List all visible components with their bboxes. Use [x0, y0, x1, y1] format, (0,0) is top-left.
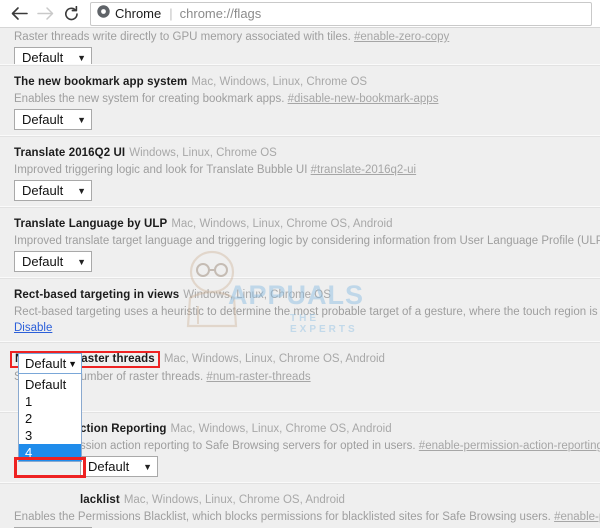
- flag-hash-link[interactable]: #enable-permissions-: [554, 511, 600, 523]
- raster-threads-select-value: Default: [25, 356, 67, 371]
- chevron-down-icon: ▼: [77, 256, 86, 267]
- flag-hash-link[interactable]: #enable-permission-action-reporting: [419, 440, 600, 452]
- flags-page: APPUALS THE EXPERTS Zero-copy rasterizer…: [0, 28, 600, 528]
- flag-description: Rect-based targeting uses a heuristic to…: [14, 306, 600, 318]
- flag-description-text: Enables the Permissions Blacklist, which…: [14, 511, 551, 523]
- flag-row: ction Reporting Mac, Windows, Linux, Chro…: [0, 412, 600, 483]
- flag-platforms: Mac, Windows, Linux, Chrome OS, Android: [171, 218, 393, 230]
- flag-select-value: Default: [22, 112, 64, 127]
- flag-row: The new bookmark app system Mac, Windows,…: [0, 65, 600, 136]
- back-button[interactable]: [6, 1, 32, 27]
- omnibox-brand-label: Chrome: [115, 6, 162, 21]
- flag-platforms: Mac, Windows, Linux, Chrome OS, Android: [123, 494, 345, 506]
- flag-title: lacklist: [80, 494, 120, 506]
- raster-threads-select[interactable]: Default ▼: [18, 353, 82, 374]
- flag-description: Specify the number of raster threads. #n…: [0, 371, 600, 383]
- chevron-down-icon: ▼: [143, 461, 152, 472]
- option-4[interactable]: 4: [19, 444, 81, 461]
- flag-select[interactable]: Default ▼: [14, 180, 92, 201]
- chrome-logo-icon: [97, 4, 110, 23]
- flag-platforms: Mac, Windows, Linux, Chrome OS, Android: [163, 353, 385, 365]
- omnibox-separator: |: [169, 6, 173, 21]
- omnibox-url: chrome://flags: [179, 6, 262, 21]
- option-default[interactable]: Default: [19, 376, 81, 393]
- flag-hash-link[interactable]: #disable-new-bookmark-apps: [288, 93, 439, 105]
- flag-description-text: Enables the new system for creating book…: [14, 93, 285, 105]
- flag-select-value: Default: [22, 254, 64, 269]
- flag-select[interactable]: Default ▼: [80, 456, 158, 477]
- flag-row: Translate Language by ULP Mac, Windows, L…: [0, 207, 600, 278]
- flag-description-text: ssion action reporting to Safe Browsing …: [80, 440, 416, 452]
- flag-platforms: Mac, Windows, Linux, Chrome OS: [191, 76, 368, 88]
- raster-threads-option-list[interactable]: Default 1 2 3 4: [18, 374, 82, 462]
- option-2[interactable]: 2: [19, 410, 81, 427]
- flag-row: lacklist Mac, Windows, Linux, Chrome OS, …: [0, 483, 600, 528]
- chevron-down-icon: ▼: [77, 185, 86, 196]
- flag-platforms: Windows, Linux, Chrome OS: [183, 289, 331, 301]
- flag-row: Zero-copy rasterizerMac, Windows, Linux,…: [0, 28, 600, 68]
- flag-hash-link[interactable]: #enable-zero-copy: [354, 31, 449, 43]
- chevron-down-icon: ▼: [77, 52, 86, 63]
- flag-description-text: Improved triggering logic and look for T…: [14, 164, 308, 176]
- flag-description-text: Rect-based targeting uses a heuristic to…: [14, 306, 600, 318]
- flag-hash-link[interactable]: #num-raster-threads: [206, 371, 310, 383]
- flag-title: The new bookmark app system: [14, 76, 188, 88]
- address-bar[interactable]: Chrome | chrome://flags: [90, 1, 592, 26]
- flag-hash-link[interactable]: #translate-2016q2-ui: [311, 164, 417, 176]
- flag-select-value: Default: [88, 459, 130, 474]
- flag-select[interactable]: Default ▼: [14, 251, 92, 272]
- flag-select[interactable]: Default ▼: [14, 109, 92, 130]
- reload-button[interactable]: [58, 1, 84, 27]
- flag-select-value: Default: [22, 183, 64, 198]
- flag-row-number-of-raster-threads: Number of raster threads Mac, Windows, Li…: [0, 342, 600, 412]
- flag-row: Translate 2016Q2 UI Windows, Linux, Chrom…: [0, 136, 600, 207]
- forward-button[interactable]: [32, 1, 58, 27]
- flag-description: ssion action reporting to Safe Browsing …: [14, 440, 600, 452]
- flag-description-text: Raster threads write directly to GPU mem…: [14, 31, 351, 43]
- flag-description: Improved translate target language and t…: [14, 235, 600, 247]
- disable-link[interactable]: Disable: [14, 322, 52, 334]
- flag-description: Enables the new system for creating book…: [14, 93, 600, 105]
- flag-platforms: Windows, Linux, Chrome OS: [129, 147, 277, 159]
- option-1[interactable]: 1: [19, 393, 81, 410]
- flag-row: Rect-based targeting in views Windows, Li…: [0, 278, 600, 342]
- flag-title: Translate Language by ULP: [14, 218, 168, 230]
- flag-select-value: Default: [22, 50, 64, 65]
- flag-description: Raster threads write directly to GPU mem…: [14, 31, 600, 43]
- flag-title: Translate 2016Q2 UI: [14, 147, 126, 159]
- chevron-down-icon: ▼: [77, 114, 86, 125]
- arrow-left-icon: [11, 6, 28, 21]
- flag-description: Improved triggering logic and look for T…: [14, 164, 600, 176]
- browser-toolbar: Chrome | chrome://flags: [0, 0, 600, 28]
- flag-title: Rect-based targeting in views: [14, 289, 180, 301]
- option-3[interactable]: 3: [19, 427, 81, 444]
- flag-description-text: Improved translate target language and t…: [14, 235, 600, 247]
- arrow-right-icon: [36, 6, 54, 21]
- reload-icon: [63, 5, 80, 22]
- flag-description: Enables the Permissions Blacklist, which…: [14, 511, 600, 523]
- chevron-down-icon: ▼: [68, 358, 77, 369]
- flag-platforms: Mac, Windows, Linux, Chrome OS, Android: [170, 423, 392, 435]
